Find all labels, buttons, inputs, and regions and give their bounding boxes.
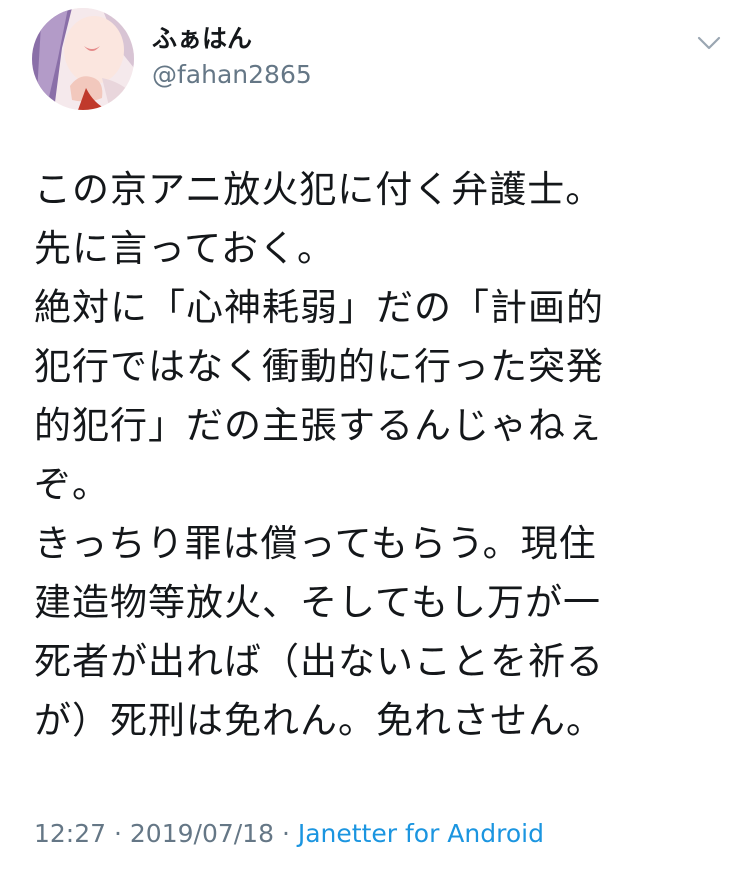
tweet-source-link[interactable]: Janetter for Android [298,819,544,848]
tweet-text-line: ぞ。 [34,463,110,506]
display-name[interactable]: ふぁはん [152,24,252,54]
tweet-date[interactable]: 2019/07/18 [130,819,274,848]
tweet-text-line: が）死刑は免れん。免れさせん。 [34,699,604,742]
meta-separator: · [114,819,122,848]
tweet-text-line: 犯行ではなく衝動的に行った突発 [34,345,604,388]
tweet-text-line: この京アニ放火犯に付く弁護士。 [34,168,604,211]
tweet-text-line: 先に言っておく。 [34,227,336,270]
tweet-text-line: きっちり罪は償ってもらう。現住 [34,522,597,565]
tweet-meta: 12:27 · 2019/07/18 · Janetter for Androi… [34,818,544,850]
tweet-time[interactable]: 12:27 [34,819,106,848]
tweet: ふぁはん @fahan2865 この京アニ放火犯に付く弁護士。 先に言っておく。… [0,0,750,871]
chevron-down-icon[interactable] [696,30,722,56]
tweet-text-line: 絶対に「心神耗弱」だの「計画的 [34,286,604,329]
tweet-text-line: 建造物等放火、そしてもし万が一 [34,581,602,624]
avatar[interactable] [32,8,134,110]
user-handle[interactable]: @fahan2865 [152,60,312,90]
tweet-text: この京アニ放火犯に付く弁護士。 先に言っておく。 絶対に「心神耗弱」だの「計画的… [34,160,724,750]
tweet-text-line: 死者が出れば（出ないことを祈る [34,640,604,683]
avatar-image [32,8,134,110]
tweet-text-line: 的犯行」だの主張するんじゃねぇ [34,404,604,447]
meta-separator: · [281,819,290,848]
